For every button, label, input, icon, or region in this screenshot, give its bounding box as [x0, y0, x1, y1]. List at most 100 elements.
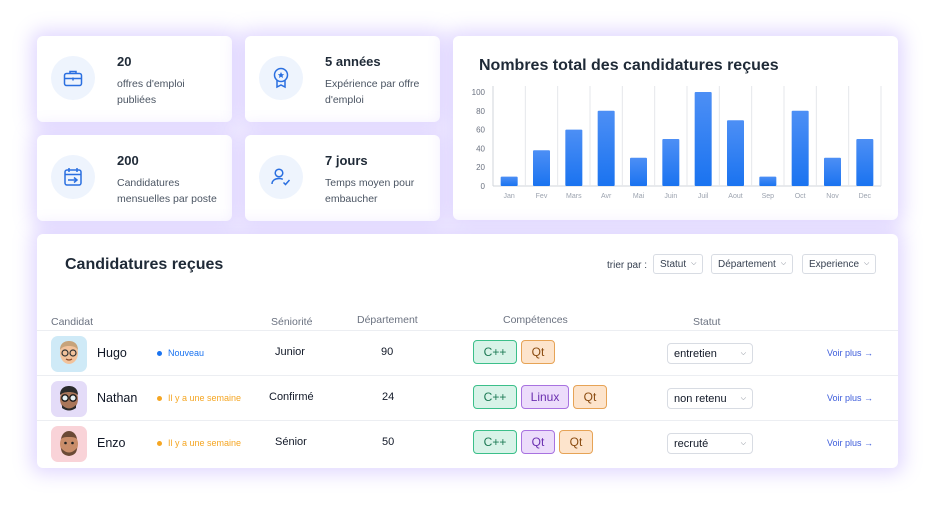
- skill-tag: Linux: [521, 385, 569, 409]
- status-value: recruté: [674, 437, 709, 450]
- status-select[interactable]: recruté ⌵: [667, 433, 753, 454]
- chart-bar-juil[interactable]: [694, 92, 712, 186]
- badge-label: Il y a une semaine: [168, 438, 242, 448]
- skill-tag: Qt: [559, 430, 593, 454]
- chart-bar-mars[interactable]: [565, 129, 583, 186]
- x-tick-label: Fev: [536, 193, 548, 200]
- award-icon: [259, 56, 303, 100]
- stat-card-offers: 20 offres d'emploi publiées: [37, 36, 232, 122]
- status-select[interactable]: entretien ⌵: [667, 343, 753, 364]
- view-more-link[interactable]: Voir plus →: [827, 393, 873, 403]
- chart-bar-oct[interactable]: [791, 110, 809, 186]
- chart-card: Nombres total des candidatures reçues 02…: [453, 36, 898, 220]
- badge-label: Nouveau: [168, 348, 205, 358]
- stat-label: Temps moyen pour embaucher: [325, 177, 415, 205]
- x-tick-label: Jan: [504, 193, 515, 200]
- candidate-badge: Nouveau: [157, 348, 204, 358]
- chart-bar-dec[interactable]: [856, 139, 874, 186]
- skill-tag: C++: [473, 385, 517, 409]
- avatar: [51, 426, 87, 462]
- view-more-link[interactable]: Voir plus →: [827, 348, 873, 358]
- skill-tags: C++ Qt: [473, 340, 555, 364]
- chart-bar-fev[interactable]: [533, 150, 550, 186]
- applications-card: Candidatures reçues trier par : Statut ⌵ …: [37, 234, 898, 468]
- view-more-link[interactable]: Voir plus →: [827, 438, 873, 448]
- chart-bar-sep[interactable]: [759, 176, 777, 186]
- sort-option-label: Statut: [660, 258, 687, 270]
- status-select[interactable]: non retenu ⌵: [667, 388, 753, 409]
- candidate-name: Enzo: [97, 436, 126, 450]
- candidate-badge: Il y a une semaine: [157, 393, 241, 403]
- seniority-value: Confirmé: [269, 391, 314, 403]
- badge-dot: [157, 440, 162, 446]
- user-check-icon: [259, 155, 303, 199]
- chart-bar-avr[interactable]: [597, 110, 615, 186]
- candidate-name: Nathan: [97, 391, 138, 405]
- header-department: Département: [357, 314, 418, 326]
- section-title: Candidatures reçues: [65, 256, 224, 273]
- sort-department-dropdown[interactable]: Département ⌵: [711, 254, 794, 274]
- seniority-value: Junior: [275, 346, 305, 358]
- x-tick-label: Juil: [698, 193, 709, 200]
- avatar: [51, 381, 87, 417]
- stat-value: 200: [117, 153, 139, 168]
- briefcase-icon: [51, 56, 95, 100]
- skill-tag: Qt: [521, 430, 555, 454]
- candidate-badge: Il y a une semaine: [157, 438, 241, 448]
- status-value: non retenu: [674, 392, 727, 405]
- chart-bar-mai[interactable]: [630, 157, 647, 186]
- chevron-down-icon: ⌵: [864, 260, 870, 267]
- chart-bar-aout[interactable]: [727, 120, 744, 186]
- skill-tag: Qt: [521, 340, 555, 364]
- x-tick-label: Mai: [633, 193, 645, 200]
- y-tick-label: 20: [476, 163, 485, 172]
- stat-label: offres d'emploi publiées: [117, 78, 185, 106]
- chart-bar-juin[interactable]: [662, 139, 680, 186]
- chevron-down-icon: ⌵: [740, 394, 746, 402]
- x-tick-label: Sep: [762, 193, 775, 200]
- x-tick-label: Oct: [795, 193, 806, 200]
- sort-option-label: Département: [718, 258, 776, 270]
- x-tick-label: Avr: [601, 193, 612, 200]
- department-value: 24: [382, 391, 395, 403]
- status-value: entretien: [674, 347, 717, 360]
- stat-card-time-to-hire: 7 jours Temps moyen pour embaucher: [245, 135, 440, 221]
- y-tick-label: 60: [476, 126, 485, 135]
- skill-tag: C++: [473, 430, 517, 454]
- stat-card-experience: 5 années Expérience par offre d'emploi: [245, 36, 440, 122]
- chevron-down-icon: ⌵: [740, 349, 746, 357]
- badge-dot: [157, 350, 162, 356]
- candidate-name: Hugo: [97, 346, 127, 360]
- chart-bar-jan[interactable]: [500, 176, 518, 186]
- x-tick-label: Dec: [859, 193, 872, 200]
- table-row[interactable]: Enzo Il y a une semaine Sénior 50 C++ Qt…: [37, 420, 898, 465]
- skill-tags: C++ Qt Qt: [473, 430, 593, 454]
- department-value: 90: [381, 346, 394, 358]
- chevron-down-icon: ⌵: [740, 439, 746, 447]
- header-skills: Compétences: [503, 314, 568, 326]
- x-tick-label: Juin: [664, 193, 677, 200]
- sort-experience-dropdown[interactable]: Experience ⌵: [802, 254, 877, 274]
- badge-dot: [157, 395, 162, 401]
- skill-tag: Qt: [573, 385, 607, 409]
- stat-value: 5 années: [325, 54, 381, 69]
- sort-label: trier par :: [607, 260, 648, 271]
- sort-status-dropdown[interactable]: Statut ⌵: [653, 254, 704, 274]
- x-tick-label: Aout: [728, 193, 742, 200]
- stat-label: Expérience par offre d'emploi: [325, 78, 420, 106]
- header-seniority: Séniorité: [271, 316, 313, 328]
- calendar-arrow-icon: [51, 155, 95, 199]
- x-tick-label: Nov: [826, 193, 839, 200]
- skill-tags: C++ Linux Qt: [473, 385, 607, 409]
- header-candidate: Candidat: [51, 316, 94, 328]
- chart-bar-nov[interactable]: [824, 157, 841, 186]
- stat-value: 7 jours: [325, 153, 368, 168]
- chevron-down-icon: ⌵: [691, 260, 697, 267]
- bar-chart: 0 20 40 60 80 100 Jan Fev Mars Avr Mai Juin Juil Aout…: [472, 86, 882, 200]
- seniority-value: Sénior: [275, 436, 307, 448]
- badge-label: Il y a une semaine: [168, 393, 242, 403]
- stat-label: Candidatures mensuelles par poste: [117, 177, 217, 205]
- sort-option-label: Experience: [809, 258, 860, 270]
- table-row[interactable]: Nathan Il y a une semaine Confirmé 24 C+…: [37, 375, 898, 420]
- table-row[interactable]: Hugo Nouveau Junior 90 C++ Qt entretien ⌵…: [37, 330, 898, 375]
